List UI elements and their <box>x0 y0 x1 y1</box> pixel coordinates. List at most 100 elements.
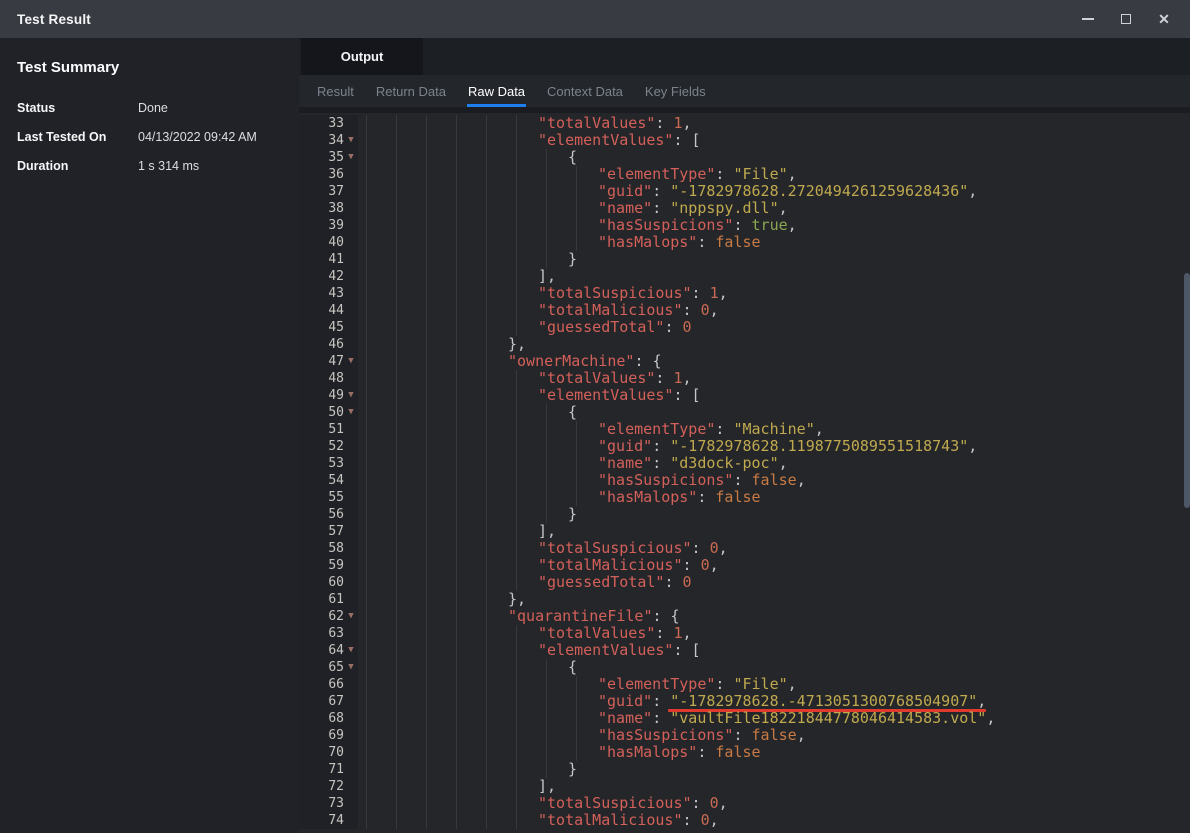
code-line[interactable]: 43"totalSuspicious": 1, <box>299 285 1190 302</box>
code-line[interactable]: 60"guessedTotal": 0 <box>299 574 1190 591</box>
code-line[interactable]: 73"totalSuspicious": 0, <box>299 795 1190 812</box>
tab-output[interactable]: Output <box>301 38 423 75</box>
field-label: Status <box>17 102 138 115</box>
indent-guides <box>366 455 590 472</box>
code-line[interactable]: 56} <box>299 506 1190 523</box>
code-line[interactable]: 62▼"quarantineFile": { <box>299 608 1190 625</box>
tab-context-data[interactable]: Context Data <box>546 75 624 107</box>
token: : <box>683 811 701 829</box>
minimize-button[interactable] <box>1076 7 1100 31</box>
code-line[interactable]: 37"guid": "-1782978628.27204942612596284… <box>299 183 1190 200</box>
code-line[interactable]: 71} <box>299 761 1190 778</box>
code-line[interactable]: 55"hasMalops": false <box>299 489 1190 506</box>
gutter: 48 <box>299 370 358 387</box>
gutter: 49▼ <box>299 387 358 404</box>
token: : <box>652 199 670 217</box>
fold-arrow-icon[interactable]: ▼ <box>344 642 358 659</box>
maximize-button[interactable] <box>1114 7 1138 31</box>
code-line[interactable]: 69"hasSuspicions": false, <box>299 727 1190 744</box>
token: "totalValues" <box>538 114 655 132</box>
code-line[interactable]: 52"guid": "-1782978628.11987750895515187… <box>299 438 1190 455</box>
code-line[interactable]: 61}, <box>299 591 1190 608</box>
raw-data-editor[interactable]: 33"totalValues": 1,34▼"elementValues": [… <box>299 113 1190 833</box>
code-text: }, <box>358 336 1190 353</box>
gutter: 73 <box>299 795 358 812</box>
token: true <box>752 216 788 234</box>
token: "quarantineFile" <box>508 607 653 625</box>
indent-guides <box>366 200 590 217</box>
code-line[interactable]: 51"elementType": "Machine", <box>299 421 1190 438</box>
code-line[interactable]: 63"totalValues": 1, <box>299 625 1190 642</box>
code-line[interactable]: 65▼{ <box>299 659 1190 676</box>
token: : <box>652 692 670 710</box>
line-number: 33 <box>299 115 344 132</box>
indent-guides <box>366 166 590 183</box>
tab-raw-data[interactable]: Raw Data <box>467 75 526 107</box>
code-text: "name": "vaultFile18221844778046414583.v… <box>358 710 1190 727</box>
code-line[interactable]: 57], <box>299 523 1190 540</box>
code-line[interactable]: 34▼"elementValues": [ <box>299 132 1190 149</box>
fold-arrow-icon[interactable]: ▼ <box>344 353 358 370</box>
code-line[interactable]: 66"elementType": "File", <box>299 676 1190 693</box>
token: 0 <box>701 301 710 319</box>
code-text: "hasSuspicions": true, <box>358 217 1190 234</box>
code-line[interactable]: 67"guid": "-1782978628.-4713051300768504… <box>299 693 1190 710</box>
code-line[interactable]: 41} <box>299 251 1190 268</box>
indent-guides <box>366 625 530 642</box>
code-line[interactable]: 46}, <box>299 336 1190 353</box>
code-line[interactable]: 36"elementType": "File", <box>299 166 1190 183</box>
code-line[interactable]: 42], <box>299 268 1190 285</box>
code-line[interactable]: 33"totalValues": 1, <box>299 115 1190 132</box>
code-line[interactable]: 58"totalSuspicious": 0, <box>299 540 1190 557</box>
code-line[interactable]: 45"guessedTotal": 0 <box>299 319 1190 336</box>
code-line[interactable]: 64▼"elementValues": [ <box>299 642 1190 659</box>
code-line[interactable]: 74"totalMalicious": 0, <box>299 812 1190 829</box>
code-text: "elementValues": [ <box>358 387 1190 404</box>
fold-arrow-icon[interactable]: ▼ <box>344 659 358 676</box>
code-line[interactable]: 47▼"ownerMachine": { <box>299 353 1190 370</box>
token: "elementType" <box>598 165 715 183</box>
code-line[interactable]: 72], <box>299 778 1190 795</box>
gutter: 51 <box>299 421 358 438</box>
code-line[interactable]: 39"hasSuspicions": true, <box>299 217 1190 234</box>
code-text: { <box>358 149 1190 166</box>
token: { <box>568 148 577 166</box>
tab-key-fields[interactable]: Key Fields <box>644 75 707 107</box>
code-line[interactable]: 68"name": "vaultFile18221844778046414583… <box>299 710 1190 727</box>
code-line[interactable]: 53"name": "d3dock-poc", <box>299 455 1190 472</box>
fold-arrow-icon[interactable]: ▼ <box>344 404 358 421</box>
code-line[interactable]: 48"totalValues": 1, <box>299 370 1190 387</box>
code-line[interactable]: 35▼{ <box>299 149 1190 166</box>
code-line[interactable]: 54"hasSuspicions": false, <box>299 472 1190 489</box>
code-text: "elementValues": [ <box>358 642 1190 659</box>
line-number: 65 <box>299 659 344 676</box>
vertical-scrollbar[interactable] <box>1184 273 1190 508</box>
code-line[interactable]: 38"name": "nppspy.dll", <box>299 200 1190 217</box>
minimize-icon <box>1082 18 1094 20</box>
token: : <box>652 709 670 727</box>
fold-arrow-icon[interactable]: ▼ <box>344 387 358 404</box>
fold-arrow-icon[interactable]: ▼ <box>344 608 358 625</box>
code-line[interactable]: 49▼"elementValues": [ <box>299 387 1190 404</box>
token: 0 <box>701 556 710 574</box>
line-number: 59 <box>299 557 344 574</box>
gutter: 36 <box>299 166 358 183</box>
code-text: "elementType": "Machine", <box>358 421 1190 438</box>
token: , <box>710 556 719 574</box>
fold-arrow-icon[interactable]: ▼ <box>344 132 358 149</box>
line-number: 40 <box>299 234 344 251</box>
token: "name" <box>598 454 652 472</box>
tab-result[interactable]: Result <box>316 75 355 107</box>
code-line[interactable]: 59"totalMalicious": 0, <box>299 557 1190 574</box>
gutter: 40 <box>299 234 358 251</box>
tab-return-data[interactable]: Return Data <box>375 75 447 107</box>
code-line[interactable]: 50▼{ <box>299 404 1190 421</box>
code-line[interactable]: 70"hasMalops": false <box>299 744 1190 761</box>
code-line[interactable]: 40"hasMalops": false <box>299 234 1190 251</box>
close-button[interactable]: ✕ <box>1152 7 1176 31</box>
fold-arrow-icon[interactable]: ▼ <box>344 149 358 166</box>
token: : <box>697 488 715 506</box>
code-line[interactable]: 44"totalMalicious": 0, <box>299 302 1190 319</box>
code-text: "guessedTotal": 0 <box>358 574 1190 591</box>
token: "totalMalicious" <box>538 556 683 574</box>
